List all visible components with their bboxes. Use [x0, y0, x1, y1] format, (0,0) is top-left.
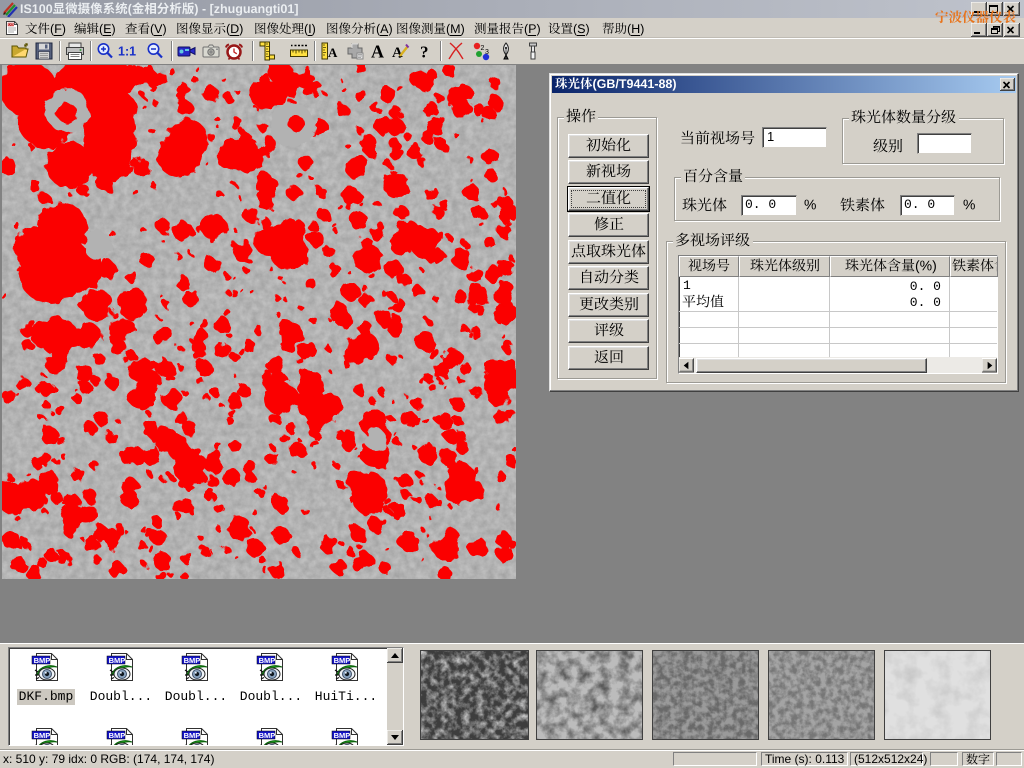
svg-text:BMP: BMP: [109, 656, 126, 665]
svg-text:BMP: BMP: [259, 731, 276, 740]
svg-text:BMP: BMP: [34, 656, 51, 665]
svg-text:A: A: [328, 45, 338, 60]
svg-text:BMP: BMP: [259, 656, 276, 665]
svg-text:BMP: BMP: [334, 731, 351, 740]
svg-text:BMP: BMP: [184, 731, 201, 740]
svg-text:1:1: 1:1: [118, 45, 136, 59]
svg-text:BMP: BMP: [34, 731, 51, 740]
svg-text:A: A: [371, 42, 384, 62]
svg-text:?: ?: [420, 43, 429, 62]
svg-text:DOC: DOC: [8, 23, 16, 27]
svg-text:2: 2: [481, 45, 485, 52]
svg-text:BMP: BMP: [184, 656, 201, 665]
svg-text:BMP: BMP: [109, 731, 126, 740]
svg-text:BMP: BMP: [334, 656, 351, 665]
